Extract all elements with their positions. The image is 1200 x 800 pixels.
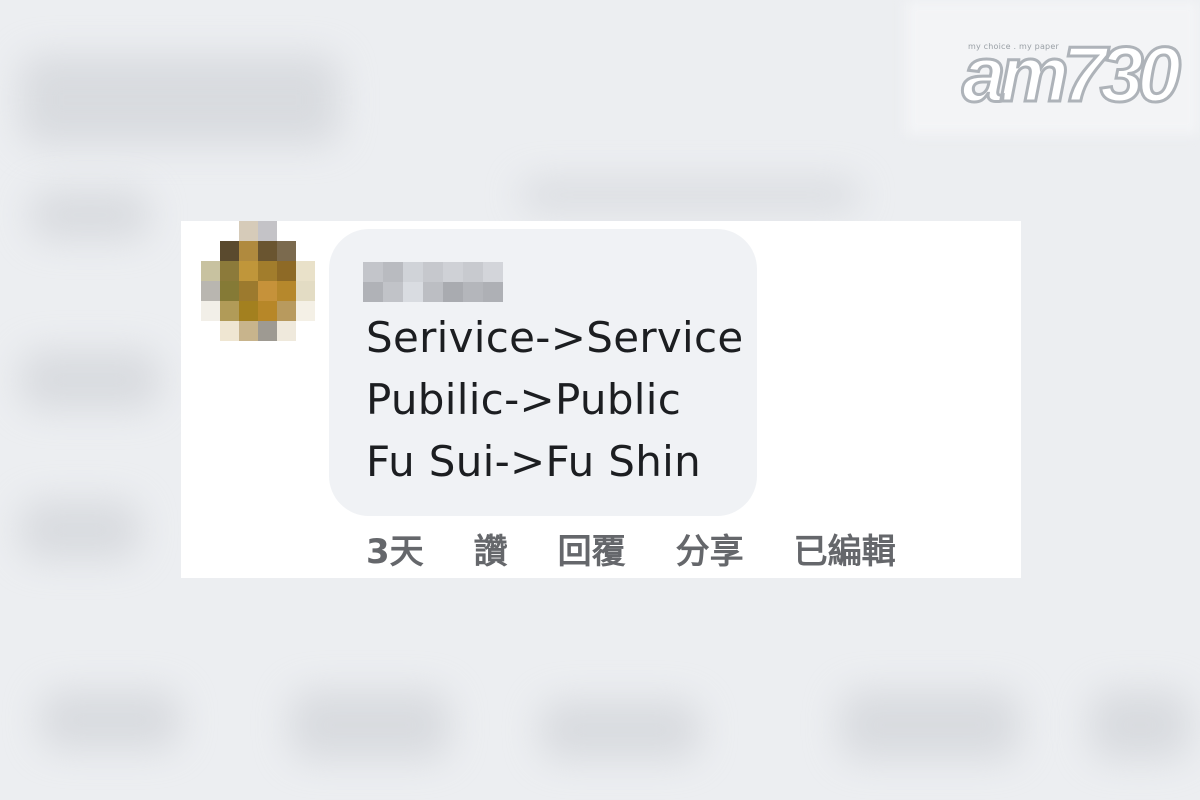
logo-tagline: my choice . my paper bbox=[968, 42, 1059, 51]
reply-button[interactable]: 回覆 bbox=[558, 524, 626, 573]
comment-text: Serivice->Service Pubilic->Public Fu Sui… bbox=[366, 307, 744, 493]
comment-timestamp[interactable]: 3天 bbox=[366, 524, 424, 573]
like-button[interactable]: 讚 bbox=[474, 524, 508, 573]
edited-indicator: 已編輯 bbox=[793, 531, 896, 572]
comment-line: Serivice->Service bbox=[366, 313, 744, 362]
comment-actions: 3天 讚 回覆 分享 已編輯 bbox=[366, 523, 896, 573]
comment-line: Pubilic->Public bbox=[366, 375, 682, 424]
comment-card: Serivice->Service Pubilic->Public Fu Sui… bbox=[181, 221, 1021, 578]
share-button[interactable]: 分享 bbox=[676, 524, 744, 573]
avatar[interactable] bbox=[201, 221, 317, 341]
author-name-pixelated[interactable] bbox=[363, 262, 503, 302]
comment-bubble: Serivice->Service Pubilic->Public Fu Sui… bbox=[329, 229, 757, 516]
am730-watermark-logo: am730 my choice . my paper bbox=[961, 34, 1183, 115]
comment-line: Fu Sui->Fu Shin bbox=[366, 437, 702, 486]
